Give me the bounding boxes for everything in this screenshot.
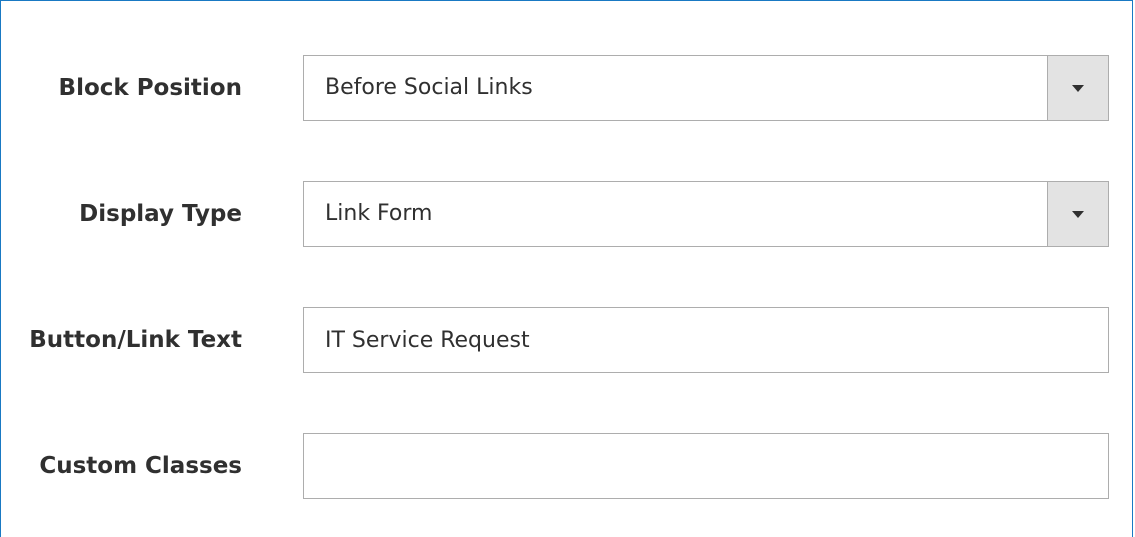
display-type-row: Display Type Link Form — [0, 181, 1135, 247]
display-type-label: Display Type — [79, 201, 242, 227]
button-link-text-input[interactable] — [303, 307, 1109, 373]
custom-classes-input[interactable] — [303, 433, 1109, 499]
chevron-down-icon — [1072, 211, 1084, 218]
button-link-text-row: Button/Link Text — [0, 307, 1135, 373]
custom-classes-row: Custom Classes — [0, 433, 1135, 499]
block-position-row: Block Position Before Social Links — [0, 55, 1135, 121]
display-type-select[interactable]: Link Form — [303, 181, 1109, 247]
custom-classes-label: Custom Classes — [39, 453, 242, 479]
display-type-dropdown-button[interactable] — [1047, 182, 1108, 246]
block-position-dropdown-button[interactable] — [1047, 56, 1108, 120]
chevron-down-icon — [1072, 85, 1084, 92]
button-link-text-label: Button/Link Text — [29, 327, 242, 353]
display-type-selected-value: Link Form — [325, 201, 433, 226]
block-position-selected-value: Before Social Links — [325, 75, 533, 100]
block-position-select[interactable]: Before Social Links — [303, 55, 1109, 121]
block-position-label: Block Position — [58, 75, 242, 101]
